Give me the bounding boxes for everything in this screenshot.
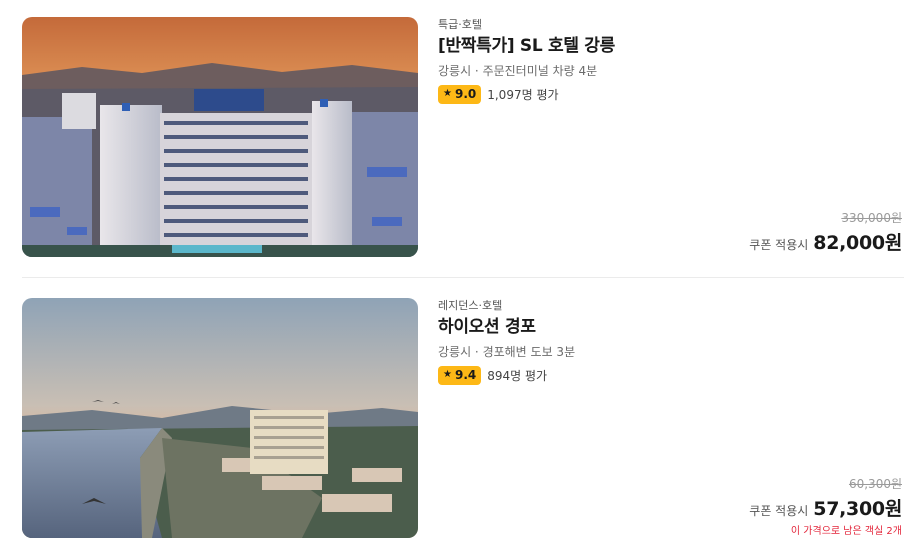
price-block: 330,000원 쿠폰 적용시 82,000원: [749, 211, 902, 255]
hotel-list: 특급·호텔 [반짝특가] SL 호텔 강릉 강릉시 · 주문진터미널 차량 4분…: [0, 0, 919, 556]
rating-row: ★ 9.4 894명 평가: [438, 365, 904, 385]
hotel-location: 강릉시 · 주문진터미널 차량 4분: [438, 64, 598, 78]
hotel-category: 특급·호텔: [438, 18, 482, 31]
hotel-photo[interactable]: [22, 17, 418, 257]
final-price-row: 쿠폰 적용시 82,000원: [749, 228, 902, 255]
rating-score: 9.0: [454, 87, 477, 101]
rating-score: 9.4: [454, 368, 477, 382]
hotel-info: 특급·호텔 [반짝특가] SL 호텔 강릉 강릉시 · 주문진터미널 차량 4분…: [438, 17, 904, 257]
rating-row: ★ 9.0 1,097명 평가: [438, 84, 904, 104]
review-count: 894명 평가: [487, 368, 548, 383]
rating-badge: ★ 9.0: [438, 84, 482, 104]
hotel-category: 레지던스·호텔: [438, 299, 503, 312]
original-price: 330,000원: [841, 211, 902, 225]
review-count: 1,097명 평가: [487, 87, 559, 102]
coupon-label: 쿠폰 적용시: [749, 504, 809, 518]
hotel-name[interactable]: 하이오션 경포: [438, 316, 904, 338]
rating-badge: ★ 9.4: [438, 365, 482, 385]
original-price: 60,300원: [848, 477, 902, 491]
price-block: 60,300원 쿠폰 적용시 57,300원 이 가격으로 남은 객실 2개: [749, 477, 902, 538]
final-price: 82,000원: [813, 232, 902, 254]
divider: [22, 277, 904, 278]
rooms-left-notice: 이 가격으로 남은 객실 2개: [790, 526, 902, 537]
hotel-card[interactable]: 특급·호텔 [반짝특가] SL 호텔 강릉 강릉시 · 주문진터미널 차량 4분…: [22, 17, 904, 257]
final-price-row: 쿠폰 적용시 57,300원: [749, 494, 902, 521]
star-icon: ★: [443, 369, 452, 380]
hotel-info: 레지던스·호텔 하이오션 경포 강릉시 · 경포해변 도보 3분 ★ 9.4 8…: [438, 298, 904, 538]
hotel-card[interactable]: 레지던스·호텔 하이오션 경포 강릉시 · 경포해변 도보 3분 ★ 9.4 8…: [22, 298, 904, 538]
coupon-label: 쿠폰 적용시: [749, 238, 809, 252]
hotel-location: 강릉시 · 경포해변 도보 3분: [438, 345, 576, 359]
final-price: 57,300원: [813, 498, 902, 520]
star-icon: ★: [443, 88, 452, 99]
hotel-name[interactable]: [반짝특가] SL 호텔 강릉: [438, 35, 904, 57]
hotel-photo[interactable]: [22, 298, 418, 538]
